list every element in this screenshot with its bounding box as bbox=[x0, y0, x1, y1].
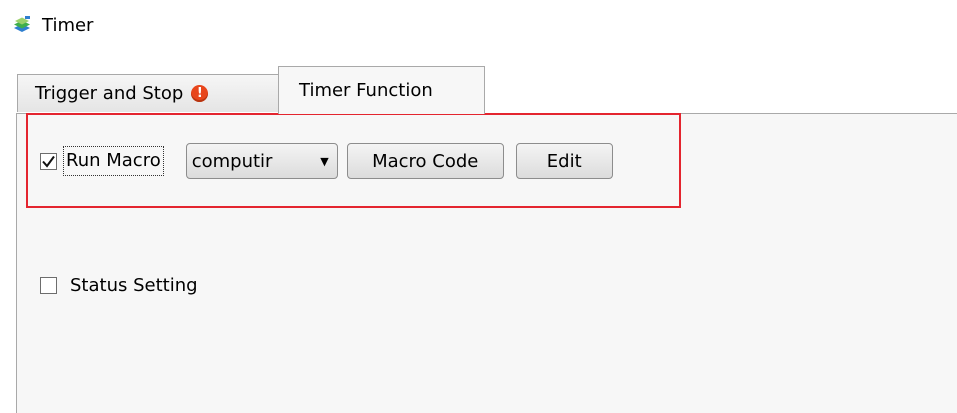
macro-select[interactable]: computir ▼ bbox=[185, 143, 338, 179]
window-title: Timer bbox=[42, 14, 94, 36]
warning-icon: ! bbox=[191, 85, 209, 102]
tab-label: Trigger and Stop bbox=[35, 83, 184, 104]
app-stack-icon bbox=[12, 15, 32, 35]
run-macro-checkbox[interactable] bbox=[40, 152, 57, 170]
tab-label: Timer Function bbox=[299, 80, 433, 101]
status-setting-label: Status Setting bbox=[70, 274, 198, 296]
run-macro-row: Run Macro computir ▼ Macro Code Edit bbox=[40, 141, 613, 181]
macro-select-value: computir bbox=[191, 150, 273, 172]
tab-trigger-and-stop[interactable]: Trigger and Stop ! bbox=[17, 74, 279, 112]
chevron-down-icon: ▼ bbox=[320, 154, 329, 168]
macro-code-button[interactable]: Macro Code bbox=[346, 143, 504, 179]
run-macro-label[interactable]: Run Macro bbox=[63, 146, 164, 176]
checkmark-icon bbox=[42, 155, 55, 168]
title-bar: Timer bbox=[12, 12, 93, 38]
status-setting-row: Status Setting bbox=[40, 272, 198, 298]
tab-timer-function[interactable]: Timer Function bbox=[278, 66, 485, 114]
status-setting-checkbox[interactable] bbox=[40, 276, 57, 294]
edit-button[interactable]: Edit bbox=[515, 143, 613, 179]
